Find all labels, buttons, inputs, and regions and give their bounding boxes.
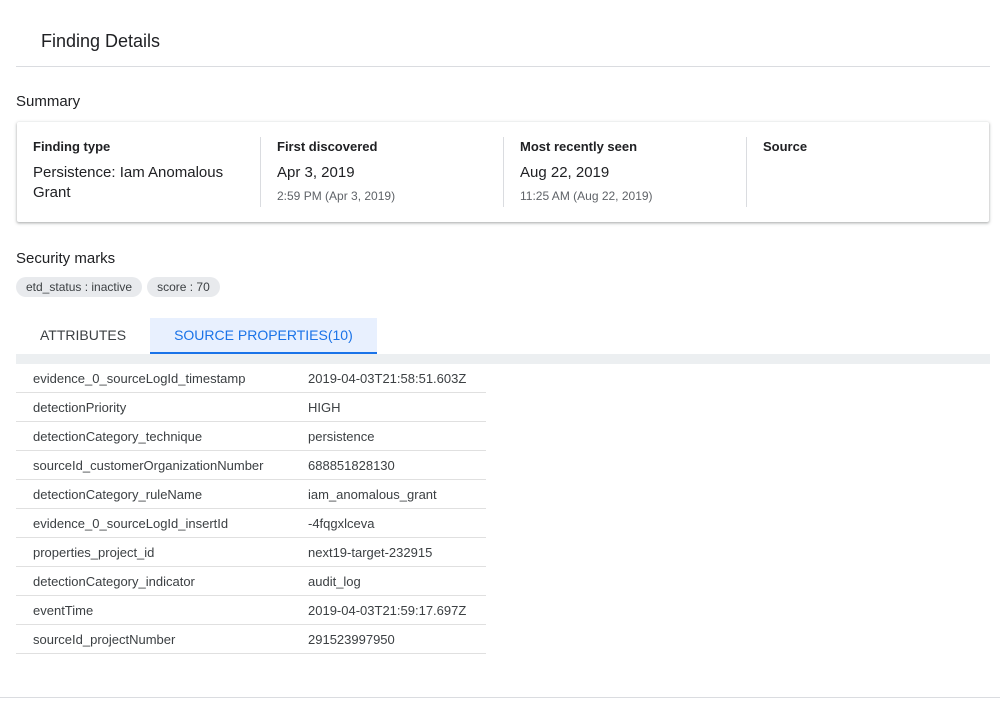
first-discovered-value: Apr 3, 2019 <box>277 164 355 181</box>
property-key: sourceId_customerOrganizationNumber <box>33 458 264 473</box>
table-row: evidence_0_sourceLogId_timestamp 2019-04… <box>16 364 486 393</box>
property-value: 291523997950 <box>308 632 395 647</box>
source-properties-table: evidence_0_sourceLogId_timestamp 2019-04… <box>16 364 486 654</box>
summary-source: Source <box>746 137 990 207</box>
property-value: 2019-04-03T21:58:51.603Z <box>308 371 467 386</box>
table-row: sourceId_customerOrganizationNumber 6888… <box>16 451 486 480</box>
property-key: detectionPriority <box>33 400 127 415</box>
property-key: detectionCategory_technique <box>33 429 203 444</box>
summary-card: Finding type Persistence: Iam Anomalous … <box>17 122 989 222</box>
property-key: eventTime <box>33 603 94 618</box>
security-mark-chip[interactable]: etd_status : inactive <box>16 277 143 297</box>
property-key: detectionCategory_indicator <box>33 574 195 589</box>
most-recently-seen-time: 11:25 AM (Aug 22, 2019) <box>520 189 653 203</box>
table-row: sourceId_projectNumber 291523997950 <box>16 625 486 654</box>
tab-bar: ATTRIBUTES SOURCE PROPERTIES(10) <box>16 318 377 354</box>
property-value: 2019-04-03T21:59:17.697Z <box>308 603 467 618</box>
summary-first-discovered: First discovered Apr 3, 2019 2:59 PM (Ap… <box>260 137 504 207</box>
first-discovered-time: 2:59 PM (Apr 3, 2019) <box>277 189 396 203</box>
table-row: detectionCategory_technique persistence <box>16 422 486 451</box>
footer-divider <box>0 697 1000 698</box>
most-recently-seen-value: Aug 22, 2019 <box>520 164 610 181</box>
property-value: HIGH <box>308 400 341 415</box>
property-value: -4fqgxlceva <box>308 516 375 531</box>
first-discovered-label: First discovered <box>277 139 378 154</box>
summary-title: Summary <box>16 93 81 110</box>
tab-source-properties[interactable]: SOURCE PROPERTIES(10) <box>150 318 377 354</box>
source-label: Source <box>763 139 808 154</box>
tab-content-divider <box>16 354 990 364</box>
tab-attributes[interactable]: ATTRIBUTES <box>16 318 150 354</box>
property-key: properties_project_id <box>33 545 155 560</box>
security-marks-chips: etd_status : inactive score : 70 <box>16 277 220 297</box>
property-key: evidence_0_sourceLogId_timestamp <box>33 371 246 386</box>
table-row: detectionCategory_indicator audit_log <box>16 567 486 596</box>
most-recently-seen-label: Most recently seen <box>520 139 638 154</box>
table-row: eventTime 2019-04-03T21:59:17.697Z <box>16 596 486 625</box>
page-header: Finding Details <box>16 0 990 67</box>
property-value: next19-target-232915 <box>308 545 433 560</box>
table-row: detectionCategory_ruleName iam_anomalous… <box>16 480 486 509</box>
table-row: evidence_0_sourceLogId_insertId -4fqgxlc… <box>16 509 486 538</box>
summary-most-recently-seen: Most recently seen Aug 22, 2019 11:25 AM… <box>503 137 747 207</box>
table-row: detectionPriority HIGH <box>16 393 486 422</box>
table-row: properties_project_id next19-target-2329… <box>16 538 486 567</box>
property-value: iam_anomalous_grant <box>308 487 437 502</box>
property-key: sourceId_projectNumber <box>33 632 176 647</box>
property-value: persistence <box>308 429 375 444</box>
property-value: audit_log <box>308 574 361 589</box>
property-value: 688851828130 <box>308 458 395 473</box>
property-key: evidence_0_sourceLogId_insertId <box>33 516 229 531</box>
summary-finding-type: Finding type Persistence: Iam Anomalous … <box>17 137 260 207</box>
security-marks-title: Security marks <box>16 250 116 267</box>
finding-type-value: Persistence: Iam Anomalous Grant <box>33 164 224 201</box>
security-mark-chip[interactable]: score : 70 <box>147 277 220 297</box>
page-title: Finding Details <box>41 31 161 51</box>
finding-type-label: Finding type <box>33 139 111 154</box>
property-key: detectionCategory_ruleName <box>33 487 203 502</box>
